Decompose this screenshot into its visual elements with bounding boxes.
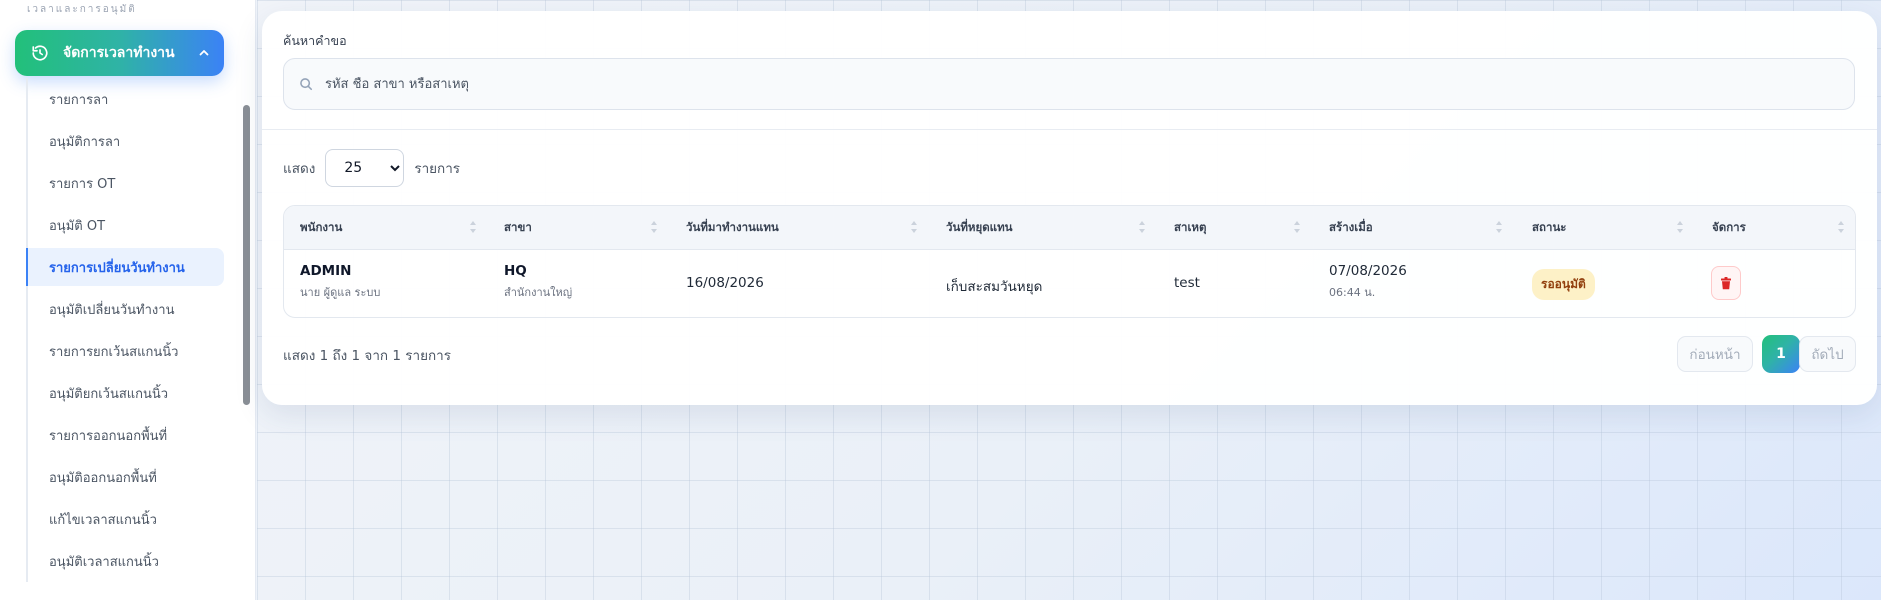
page-size-suffix: รายการ <box>414 161 461 177</box>
chevron-up-icon <box>199 50 209 56</box>
sidebar-item-scan-exempt-approve[interactable]: อนุมัติยกเว้นสแกนนิ้ว <box>28 372 224 414</box>
sidebar: เวลาและการอนุมัติ จัดการเวลาทำงาน รายการ… <box>0 0 256 600</box>
history-icon <box>32 45 48 61</box>
trash-icon <box>1721 276 1731 289</box>
sidebar-item-scan-exempt-list[interactable]: รายการยกเว้นสแกนนิ้ว <box>28 330 224 372</box>
request-list-card: ค้นหาคำขอ แสดง 10 25 50 100 รายการ พนักง… <box>262 11 1877 405</box>
page-size-select[interactable]: 10 25 50 100 <box>325 149 405 187</box>
sidebar-section-label: เวลาและการอนุมัติ <box>27 4 137 15</box>
pagination-next-button[interactable]: ถัดไป <box>1799 336 1856 372</box>
sidebar-item-scan-time-approve[interactable]: อนุมัติเวลาสแกนนิ้ว <box>28 540 224 582</box>
sidebar-item-offsite-list[interactable]: รายการออกนอกพื้นที่ <box>28 414 224 456</box>
sidebar-item-ot-list[interactable]: รายการ OT <box>28 162 224 204</box>
search-box <box>283 58 1855 110</box>
sidebar-item-shift-change-list[interactable]: รายการเปลี่ยนวันทำงาน <box>26 248 224 286</box>
created-date: 07/08/2026 <box>1329 263 1407 279</box>
pagination-page-1[interactable]: 1 <box>1762 335 1800 373</box>
sidebar-item-offsite-approve[interactable]: อนุมัติออกนอกพื้นที่ <box>28 456 224 498</box>
column-header-employee[interactable]: พนักงาน <box>300 206 342 250</box>
sort-icon[interactable] <box>1837 220 1845 234</box>
table-summary: แสดง 1 ถึง 1 จาก 1 รายการ <box>283 348 451 364</box>
created-time: 06:44 น. <box>1329 286 1376 299</box>
sidebar-group-label: จัดการเวลาทำงาน <box>63 45 175 61</box>
sidebar-item-scan-edit[interactable]: แก้ไขเวลาสแกนนิ้ว <box>28 498 224 540</box>
page-size-prefix: แสดง <box>283 161 316 177</box>
search-input[interactable] <box>325 76 1854 92</box>
branch-code: HQ <box>504 263 527 279</box>
work-date-cell: 16/08/2026 <box>686 275 764 291</box>
table-row: ADMIN นาย ผู้ดูแล ระบบ HQ สำนักงานใหญ่ 1… <box>284 250 1855 317</box>
column-header-branch[interactable]: สาขา <box>504 206 532 250</box>
column-header-off-date[interactable]: วันที่หยุดแทน <box>946 206 1013 250</box>
search-icon <box>300 78 313 91</box>
column-header-reason[interactable]: สาเหตุ <box>1174 206 1206 250</box>
divider <box>262 129 1877 130</box>
off-date-cell: เก็บสะสมวันหยุด <box>946 279 1043 295</box>
sidebar-item-leave-approve[interactable]: อนุมัติการลา <box>28 120 224 162</box>
sort-icon[interactable] <box>910 220 918 234</box>
table-header: พนักงาน สาขา วันที่มาทำงานแทน วันที่หยุด… <box>284 206 1855 250</box>
reason-cell: test <box>1174 275 1200 291</box>
sort-icon[interactable] <box>1293 220 1301 234</box>
pagination-prev-button[interactable]: ก่อนหน้า <box>1677 336 1753 372</box>
sidebar-item-ot-approve[interactable]: อนุมัติ OT <box>28 204 224 246</box>
page-size-control: แสดง 10 25 50 100 รายการ <box>283 149 460 187</box>
column-header-actions[interactable]: จัดการ <box>1712 206 1746 250</box>
status-badge: รออนุมัติ <box>1532 269 1595 300</box>
employee-code: ADMIN <box>300 263 352 279</box>
search-label: ค้นหาคำขอ <box>283 33 347 48</box>
created-cell: 07/08/2026 06:44 น. <box>1329 263 1407 301</box>
sort-icon[interactable] <box>1676 220 1684 234</box>
sidebar-item-shift-change-approve[interactable]: อนุมัติเปลี่ยนวันทำงาน <box>28 288 224 330</box>
sort-icon[interactable] <box>1138 220 1146 234</box>
requests-table: พนักงาน สาขา วันที่มาทำงานแทน วันที่หยุด… <box>283 205 1856 318</box>
employee-name: นาย ผู้ดูแล ระบบ <box>300 286 381 299</box>
sort-icon[interactable] <box>1495 220 1503 234</box>
branch-cell: HQ สำนักงานใหญ่ <box>504 263 572 301</box>
column-header-status[interactable]: สถานะ <box>1532 206 1566 250</box>
sort-icon[interactable] <box>469 220 477 234</box>
sidebar-scrollbar[interactable] <box>243 105 250 405</box>
sidebar-submenu: รายการลา อนุมัติการลา รายการ OT อนุมัติ … <box>26 78 224 582</box>
employee-cell: ADMIN นาย ผู้ดูแล ระบบ <box>300 263 380 301</box>
column-header-created[interactable]: สร้างเมื่อ <box>1329 206 1373 250</box>
sidebar-group-time-management[interactable]: จัดการเวลาทำงาน <box>15 30 224 76</box>
branch-name: สำนักงานใหญ่ <box>504 286 573 299</box>
delete-button[interactable] <box>1711 266 1741 300</box>
sidebar-item-leave-list[interactable]: รายการลา <box>28 78 224 120</box>
sort-icon[interactable] <box>650 220 658 234</box>
column-header-work-date[interactable]: วันที่มาทำงานแทน <box>686 206 779 250</box>
